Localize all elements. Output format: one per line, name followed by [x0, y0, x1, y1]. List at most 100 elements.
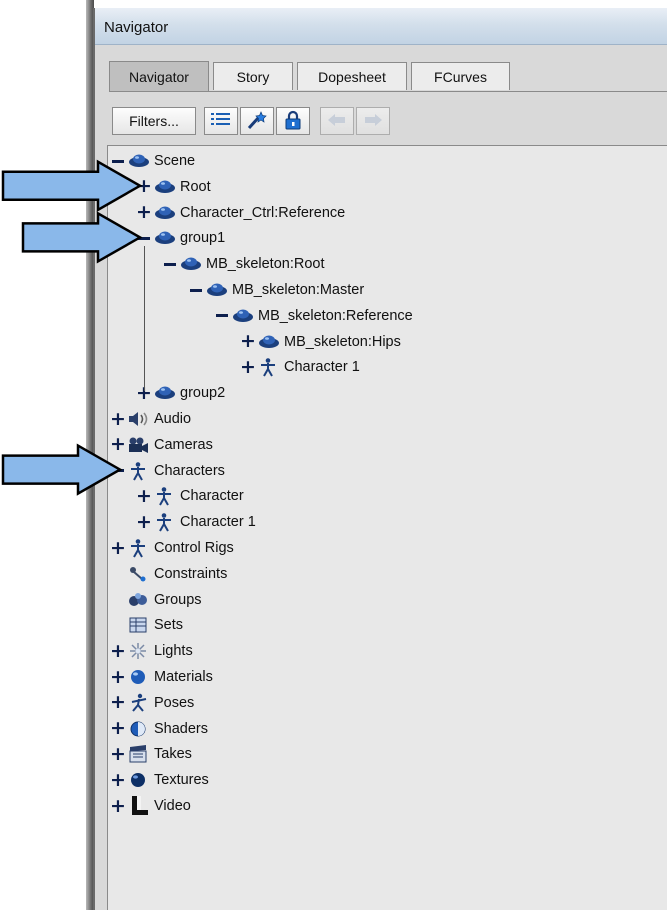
tree-item-character-ctrl-reference[interactable]: Character_Ctrl:Reference [136, 201, 345, 225]
tree-item-group1[interactable]: group1 [136, 226, 225, 250]
expand-toggle[interactable] [240, 330, 256, 354]
tree-item-label: Cameras [154, 436, 213, 453]
expand-toggle[interactable] [110, 639, 126, 663]
tree-item-sets[interactable]: Sets [110, 613, 183, 637]
expand-toggle[interactable] [110, 407, 126, 431]
tree-item-video[interactable]: Video [110, 794, 191, 818]
tree-connector-line [144, 246, 145, 392]
tree-item-label: Characters [154, 462, 225, 479]
tree-item-label: Textures [154, 772, 209, 789]
back-button[interactable] [320, 107, 354, 135]
expand-toggle[interactable] [110, 768, 126, 792]
tree-item-root[interactable]: Root [136, 175, 211, 199]
title-bar[interactable]: Navigator [95, 8, 667, 45]
expand-toggle[interactable] [110, 742, 126, 766]
pose-icon [126, 693, 150, 713]
expand-toggle[interactable] [110, 794, 126, 818]
model-icon [152, 228, 176, 248]
collapse-toggle[interactable] [162, 252, 178, 276]
tree-item-label: Takes [154, 746, 192, 763]
tree-item-cameras[interactable]: Cameras [110, 433, 213, 457]
sets-icon [126, 615, 150, 635]
tree-item-characters[interactable]: Characters [110, 459, 225, 483]
groups-icon [126, 590, 150, 610]
arrow-right-icon [363, 113, 383, 130]
tree-item-label: Video [154, 798, 191, 814]
model-icon [152, 203, 176, 223]
expand-toggle[interactable] [136, 484, 152, 508]
tree-item-shaders[interactable]: Shaders [110, 717, 208, 741]
tree-item-scene[interactable]: Scene [110, 149, 195, 173]
texture-icon [126, 770, 150, 790]
scene-tree: Scene Root Character_Ctrl:Reference group1 M… [107, 145, 667, 910]
forward-button[interactable] [356, 107, 390, 135]
navigator-window: Navigator Navigator Story Dopesheet FCur… [93, 8, 667, 910]
expand-toggle[interactable] [136, 175, 152, 199]
tree-item-label: Materials [154, 669, 213, 685]
tree-item-label: Control Rigs [154, 540, 234, 556]
tab-story[interactable]: Story [213, 62, 293, 90]
tree-item-constraints[interactable]: Constraints [110, 562, 227, 586]
tree-item-textures[interactable]: Textures [110, 768, 209, 792]
tree-item-character-1[interactable]: Character 1 [136, 510, 256, 534]
tree-item-label: MB_skeleton:Master [232, 282, 365, 298]
tree-item-mb-skeleton-reference[interactable]: MB_skeleton:Reference [214, 304, 413, 328]
window-title: Navigator [104, 19, 169, 36]
tab-dopesheet[interactable]: Dopesheet [297, 62, 407, 90]
character-icon [256, 357, 280, 377]
tree-item-group2[interactable]: group2 [136, 381, 225, 405]
arrow-left-icon [327, 113, 347, 130]
toolbar: Filters... [112, 107, 667, 137]
expand-toggle[interactable] [240, 355, 256, 379]
tree-item-label: Character 1 [180, 514, 256, 531]
collapse-toggle[interactable] [110, 149, 126, 173]
expand-toggle[interactable] [110, 717, 126, 741]
tree-item-label: Character 1 [284, 359, 360, 376]
audio-icon [126, 409, 150, 429]
magic-wand-icon [246, 110, 268, 133]
tree-item-character-1[interactable]: Character 1 [240, 355, 360, 379]
tree-item-label: MB_skeleton:Root [206, 256, 325, 273]
lock-button[interactable] [276, 107, 310, 135]
tab-bar-divider [109, 91, 667, 92]
tab-fcurves[interactable]: FCurves [411, 62, 510, 90]
tree-item-label: Scene [154, 153, 196, 169]
tree-item-character[interactable]: Character [136, 484, 244, 508]
expand-toggle[interactable] [110, 665, 126, 689]
character-icon [126, 461, 150, 481]
tree-item-takes[interactable]: Takes [110, 742, 192, 766]
scene-icon [126, 151, 150, 171]
tab-navigator[interactable]: Navigator [109, 61, 209, 91]
model-icon [230, 306, 254, 326]
collapse-toggle[interactable] [214, 304, 230, 328]
tree-item-mb-skeleton-root[interactable]: MB_skeleton:Root [162, 252, 324, 276]
tree-item-mb-skeleton-hips[interactable]: MB_skeleton:Hips [240, 330, 401, 354]
tree-item-lights[interactable]: Lights [110, 639, 193, 663]
tree-item-label: Shaders [154, 720, 209, 737]
model-icon [178, 254, 202, 274]
character-icon [152, 486, 176, 506]
expand-toggle[interactable] [110, 433, 126, 457]
model-icon [204, 280, 228, 300]
collapse-toggle[interactable] [188, 278, 204, 302]
light-icon [126, 641, 150, 661]
lock-icon [284, 110, 302, 133]
list-view-button[interactable] [204, 107, 238, 135]
video-icon [126, 796, 150, 816]
tree-item-groups[interactable]: Groups [110, 588, 202, 612]
tree-item-control-rigs[interactable]: Control Rigs [110, 536, 234, 560]
collapse-toggle[interactable] [110, 459, 126, 483]
tree-item-label: Constraints [154, 565, 228, 582]
tree-item-materials[interactable]: Materials [110, 665, 213, 689]
tree-item-audio[interactable]: Audio [110, 407, 191, 431]
expand-toggle[interactable] [110, 691, 126, 715]
filters-button[interactable]: Filters... [112, 107, 196, 135]
select-tool-button[interactable] [240, 107, 274, 135]
model-icon [152, 383, 176, 403]
expand-toggle[interactable] [136, 201, 152, 225]
camera-icon [126, 435, 150, 455]
tree-item-mb-skeleton-master[interactable]: MB_skeleton:Master [188, 278, 364, 302]
expand-toggle[interactable] [110, 536, 126, 560]
expand-toggle[interactable] [136, 510, 152, 534]
tree-item-poses[interactable]: Poses [110, 691, 194, 715]
